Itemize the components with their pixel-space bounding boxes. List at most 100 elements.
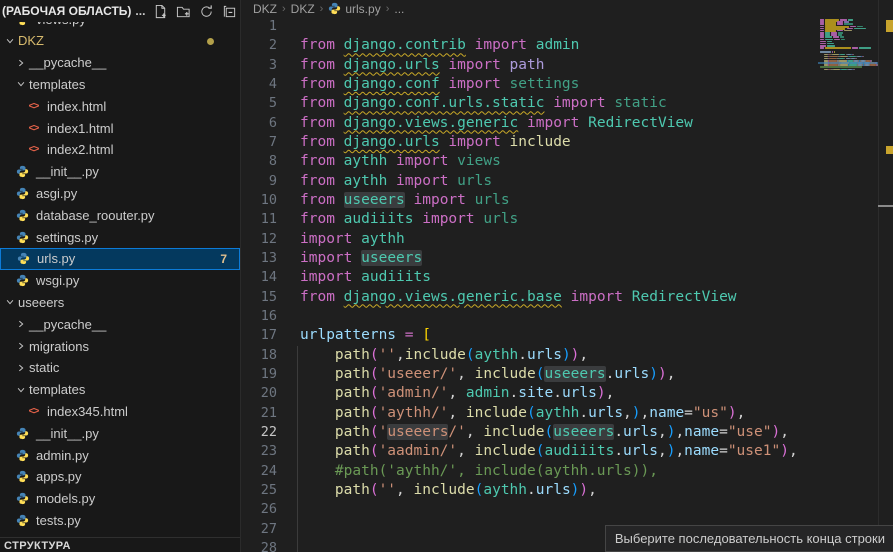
tree-item-label: templates: [29, 77, 85, 92]
tree-item--pycache-[interactable]: __pycache__: [0, 313, 240, 335]
breadcrumb-item[interactable]: DKZ: [291, 2, 315, 16]
code-line-23[interactable]: 23 path('aadmin/', include(audiiits.urls…: [241, 442, 893, 461]
code-line-9[interactable]: 9from aythh import urls: [241, 172, 893, 191]
more-actions-icon[interactable]: ...: [135, 4, 145, 18]
new-file-icon[interactable]: [152, 3, 168, 19]
code-line-10[interactable]: 10from useeers import urls: [241, 191, 893, 210]
chevron-right-icon: [15, 57, 27, 69]
code-text: path('useeer/', include(useeers.urls)),: [300, 365, 675, 384]
tree-item-label: __pycache__: [29, 317, 106, 332]
chevron-down-icon: [15, 78, 27, 90]
tree-item-admin-py[interactable]: admin.py: [0, 444, 240, 466]
code-line-19[interactable]: 19 path('useeer/', include(useeers.urls)…: [241, 365, 893, 384]
code-line-22[interactable]: 22 path('useeers/', include(useeers.urls…: [241, 423, 893, 442]
python-icon: [15, 470, 30, 484]
html-icon: <>: [26, 121, 41, 135]
tree-item--init-py[interactable]: __init__.py: [0, 161, 240, 183]
breadcrumb-item[interactable]: DKZ: [253, 2, 277, 16]
code-line-14[interactable]: 14 import audiiits: [241, 268, 893, 287]
line-number: 12: [241, 230, 277, 249]
code-line-21[interactable]: 21 path('aythh/', include(aythh.urls,),n…: [241, 404, 893, 423]
tree-item-label: index345.html: [47, 404, 128, 419]
tree-item-DKZ[interactable]: DKZ: [0, 30, 240, 52]
code-line-4[interactable]: 4from django.conf import settings: [241, 75, 893, 94]
tree-item--init-py[interactable]: __init__.py: [0, 422, 240, 444]
tree-item-wsgi-py[interactable]: wsgi.py: [0, 270, 240, 292]
collapse-all-icon[interactable]: [221, 3, 237, 19]
code-line-17[interactable]: 17urlpatterns = [: [241, 326, 893, 345]
python-icon: [16, 252, 31, 266]
code-line-16[interactable]: 16: [241, 307, 893, 326]
tree-item--pycache-[interactable]: __pycache__: [0, 52, 240, 74]
tree-item-label: migrations: [29, 339, 89, 354]
code-line-12[interactable]: 12import aythh: [241, 230, 893, 249]
code-line-7[interactable]: 7 from django.urls import include: [241, 133, 893, 152]
code-line-20[interactable]: 20 path('admin/', admin.site.urls),: [241, 384, 893, 403]
code-line-11[interactable]: 11from audiiits import urls: [241, 210, 893, 229]
tree-item-urls-py[interactable]: urls.py7: [0, 248, 240, 270]
tree-item-database-roouter-py[interactable]: database_roouter.py: [0, 204, 240, 226]
code-area[interactable]: 12from django.contrib import admin3from …: [241, 17, 893, 552]
code-text: from django.urls import include: [300, 133, 571, 152]
tree-item-label: __init__.py: [36, 426, 99, 441]
line-number: 22: [241, 423, 277, 442]
breadcrumb-item[interactable]: ...: [394, 2, 404, 16]
explorer-section-header[interactable]: (РАБОЧАЯ ОБЛАСТЬ) ...: [0, 0, 240, 22]
breadcrumb-item[interactable]: urls.py: [328, 2, 380, 16]
line-number: 7: [241, 133, 277, 152]
overview-ruler[interactable]: [878, 0, 893, 552]
html-icon: <>: [26, 404, 41, 418]
code-line-5[interactable]: 5from django.conf.urls.static import sta…: [241, 94, 893, 113]
breadcrumb-separator-icon: ›: [320, 3, 324, 15]
code-line-3[interactable]: 3from django.urls import path: [241, 56, 893, 75]
outline-section-header[interactable]: СТРУКТУРА: [0, 537, 240, 552]
tree-item-templates[interactable]: templates: [0, 379, 240, 401]
tree-item-label: apps.py: [36, 469, 82, 484]
code-line-25[interactable]: 25 path('', include(aythh.urls)),: [241, 481, 893, 500]
code-text: urlpatterns = [: [300, 326, 431, 345]
html-icon: <>: [26, 143, 41, 157]
new-folder-icon[interactable]: [175, 3, 191, 19]
tree-item-label: models.py: [36, 491, 95, 506]
code-line-15[interactable]: 15from django.views.generic.base import …: [241, 288, 893, 307]
code-line-1[interactable]: 1: [241, 17, 893, 36]
tree-item-models-py[interactable]: models.py: [0, 488, 240, 510]
tree-item-migrations[interactable]: migrations: [0, 335, 240, 357]
code-text: import audiiits: [300, 268, 431, 287]
tree-item-static[interactable]: static: [0, 357, 240, 379]
code-text: from aythh import urls: [300, 172, 492, 191]
refresh-icon[interactable]: [198, 3, 214, 19]
tree-item-index-html[interactable]: <>index.html: [0, 95, 240, 117]
code-line-13[interactable]: 13import useeers: [241, 249, 893, 268]
tree-item-label: index1.html: [47, 121, 113, 136]
code-text: path('', include(aythh.urls)),: [300, 481, 597, 500]
line-number: 21: [241, 404, 277, 423]
code-line-26[interactable]: 26: [241, 500, 893, 519]
problems-count-badge: 7: [220, 252, 227, 266]
tree-item-apps-py[interactable]: apps.py: [0, 466, 240, 488]
breadcrumb-separator-icon: ›: [282, 3, 286, 15]
tree-item-asgi-py[interactable]: asgi.py: [0, 182, 240, 204]
tree-item-label: settings.py: [36, 230, 98, 245]
tree-item-index2-html[interactable]: <>index2.html: [0, 139, 240, 161]
tree-item-label: asgi.py: [36, 186, 77, 201]
tree-item-index1-html[interactable]: <> index1.html: [0, 117, 240, 139]
code-line-2[interactable]: 2from django.contrib import admin: [241, 36, 893, 55]
python-icon: [15, 492, 30, 506]
code-line-24[interactable]: 24 #path('aythh/', include(aythh.urls)),: [241, 462, 893, 481]
code-line-6[interactable]: 6from django.views.generic import Redire…: [241, 114, 893, 133]
code-line-18[interactable]: 18 path('',include(aythh.urls)),: [241, 346, 893, 365]
ruler-viewport-marker: [878, 205, 893, 207]
minimap[interactable]: [818, 0, 878, 552]
tree-item-tests-py[interactable]: tests.py: [0, 509, 240, 531]
line-number: 3: [241, 56, 277, 75]
line-number: 16: [241, 307, 277, 326]
line-number: 14: [241, 268, 277, 287]
line-number: 2: [241, 36, 277, 55]
code-line-8[interactable]: 8from aythh import views: [241, 152, 893, 171]
tree-item-index345-html[interactable]: <> index345.html: [0, 400, 240, 422]
tree-item-settings-py[interactable]: settings.py: [0, 226, 240, 248]
tree-item-useeers[interactable]: useeers: [0, 291, 240, 313]
python-icon: [15, 426, 30, 440]
tree-item-templates[interactable]: templates: [0, 73, 240, 95]
